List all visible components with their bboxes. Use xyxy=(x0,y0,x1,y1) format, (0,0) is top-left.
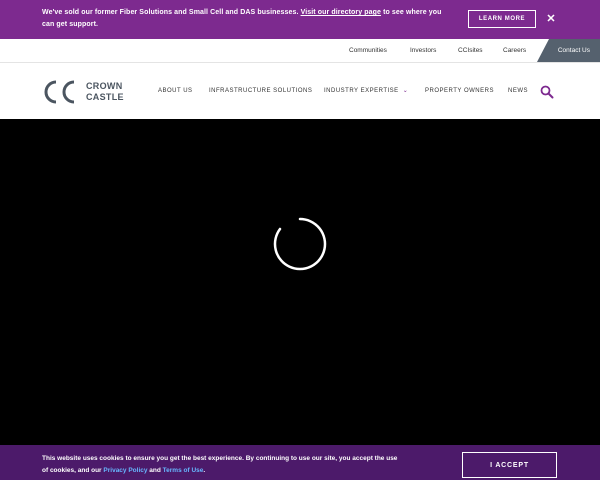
hero-video[interactable] xyxy=(0,119,600,445)
main-header: CROWN CASTLE ABOUT US INFRASTRUCTURE SOL… xyxy=(0,62,600,119)
announcement-text-start: We've sold our former Fiber Solutions an… xyxy=(42,9,301,16)
utility-link-careers[interactable]: Careers xyxy=(503,39,526,62)
loading-spinner-icon xyxy=(273,217,327,271)
utility-link-ccisites[interactable]: CCIsites xyxy=(458,39,483,62)
directory-page-link[interactable]: Visit our directory page xyxy=(301,9,381,16)
utility-link-investors[interactable]: Investors xyxy=(410,39,436,62)
nav-property-owners[interactable]: PROPERTY OWNERS xyxy=(425,63,494,120)
nav-about-us[interactable]: ABOUT US xyxy=(158,63,193,120)
privacy-policy-link[interactable]: Privacy Policy xyxy=(103,467,147,474)
contact-us-label: Contact Us xyxy=(557,47,590,54)
nav-industry-expertise[interactable]: INDUSTRY EXPERTISE ⌄ xyxy=(324,63,408,120)
announcement-text: We've sold our former Fiber Solutions an… xyxy=(42,7,452,31)
cookie-text-start: This website uses cookies to ensure you … xyxy=(42,455,398,474)
learn-more-button[interactable]: LEARN MORE xyxy=(468,10,536,28)
cookie-text: This website uses cookies to ensure you … xyxy=(42,453,402,477)
close-icon[interactable]: ✕ xyxy=(545,13,557,25)
chevron-down-icon: ⌄ xyxy=(402,88,409,94)
cookie-text-and: and xyxy=(147,467,163,474)
logo-word-castle: CASTLE xyxy=(86,92,124,102)
nav-industry-expertise-label: INDUSTRY EXPERTISE xyxy=(324,88,399,94)
logo-cc-icon xyxy=(44,80,75,104)
logo-word-crown: CROWN xyxy=(86,81,123,91)
terms-of-use-link[interactable]: Terms of Use xyxy=(163,467,204,474)
utility-link-communities[interactable]: Communities xyxy=(349,39,387,62)
nav-infrastructure-solutions[interactable]: INFRASTRUCTURE SOLUTIONS xyxy=(209,63,312,120)
contact-us-button[interactable]: Contact Us xyxy=(537,39,600,62)
nav-news[interactable]: NEWS xyxy=(508,63,528,120)
announcement-banner: We've sold our former Fiber Solutions an… xyxy=(0,0,600,39)
crown-castle-logo[interactable]: CROWN CASTLE xyxy=(42,79,132,105)
cookie-text-end: . xyxy=(203,467,206,474)
accept-cookies-button[interactable]: I ACCEPT xyxy=(462,452,557,478)
search-icon[interactable] xyxy=(540,85,554,99)
utility-nav: Communities Investors CCIsites Careers C… xyxy=(0,39,600,62)
cookie-banner: This website uses cookies to ensure you … xyxy=(0,445,600,480)
